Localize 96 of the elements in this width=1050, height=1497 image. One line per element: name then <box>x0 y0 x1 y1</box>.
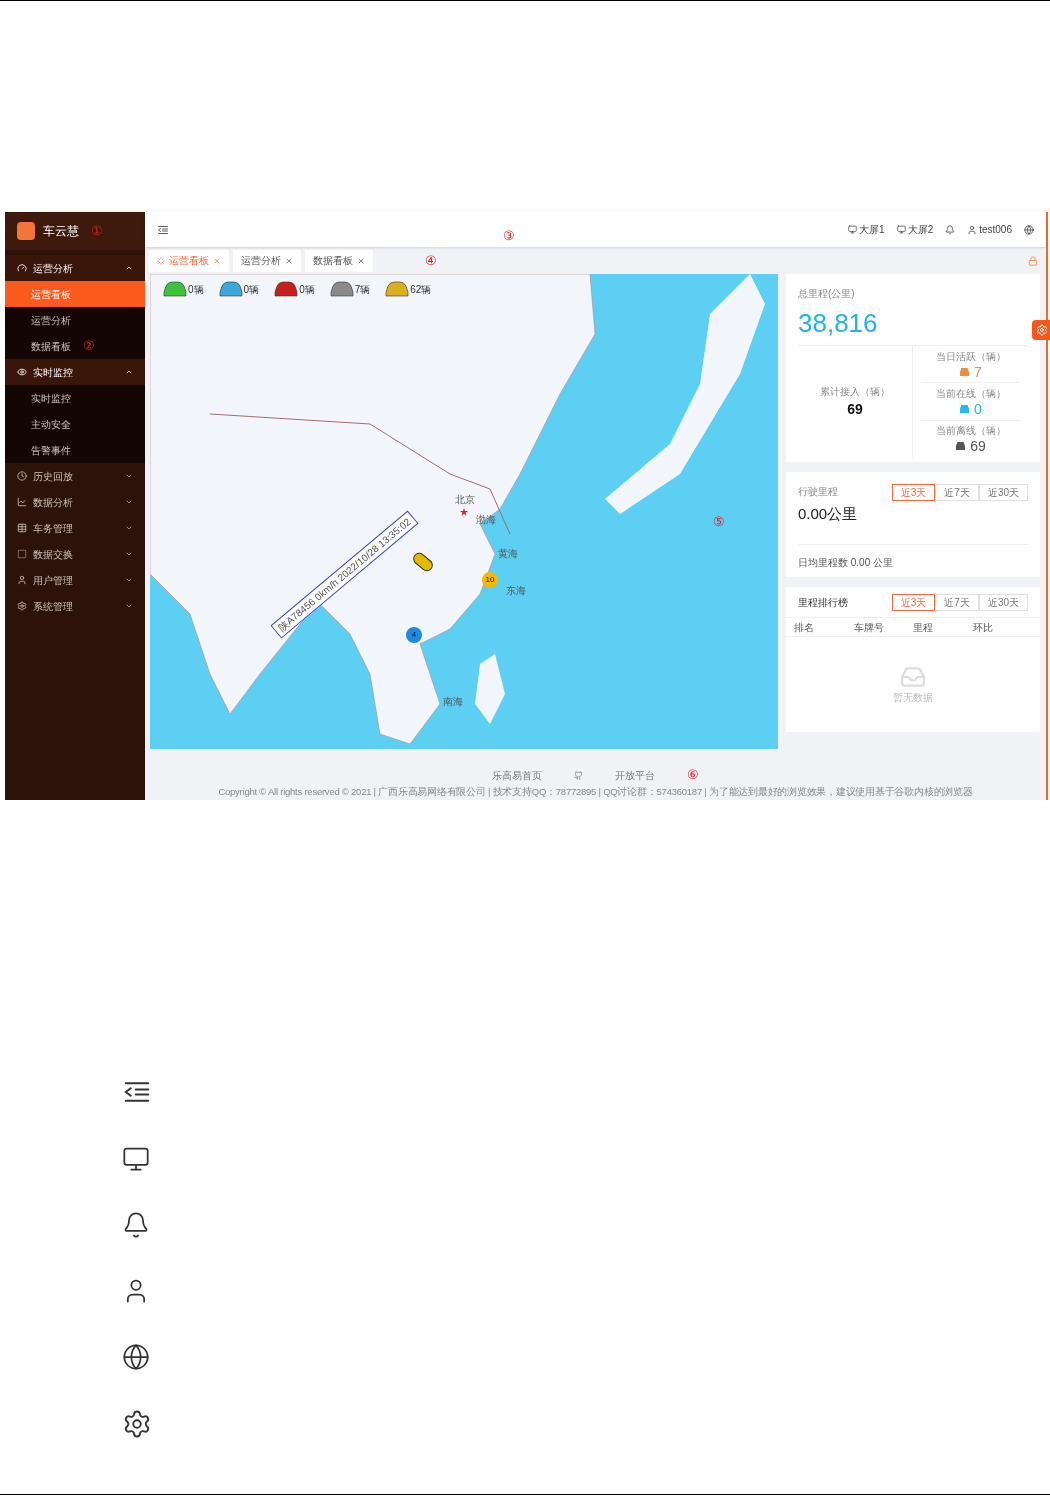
chevron-icon <box>125 576 133 584</box>
annotation-number: ③ <box>502 226 515 245</box>
card-title: 里程排行榜 <box>798 595 848 610</box>
range-tab[interactable]: 近30天 <box>978 593 1028 611</box>
menu-icon <box>17 549 27 559</box>
capital-star-icon <box>460 508 468 516</box>
annotation-number: ① <box>91 222 103 241</box>
mileage-value: 0.00公里 <box>798 504 858 524</box>
logo-text: 车云慧 <box>43 223 79 240</box>
menu-group[interactable]: 系统管理 <box>5 593 145 619</box>
stat-label: 当前在线（辆） <box>935 387 1006 401</box>
bell-icon[interactable] <box>945 224 956 235</box>
daily-average-text: 日均里程数 0.00 公里 <box>798 557 894 568</box>
menu-icon <box>17 523 27 533</box>
menu-icon <box>17 575 27 585</box>
vehicle-count: 0辆 <box>188 282 204 297</box>
stat-label: 当前离线（辆） <box>935 424 1006 439</box>
card-title: 行驶里程 <box>798 485 839 499</box>
loading-icon <box>157 256 165 265</box>
annotation-number: ⑥ <box>687 766 699 785</box>
stat-label: 当日活跃（辆） <box>935 349 1006 364</box>
monitor-icon <box>122 1145 150 1173</box>
vehicle-count: 62辆 <box>410 282 432 297</box>
menu-group[interactable]: 数据交换 <box>5 541 145 567</box>
page-tab[interactable]: 数据看板 <box>305 249 373 272</box>
collapse-menu-icon[interactable] <box>157 223 169 236</box>
close-icon[interactable] <box>285 256 293 265</box>
menu-item[interactable]: 实时监控 <box>5 385 145 411</box>
column-header: 环比 <box>972 620 994 635</box>
chevron-icon <box>125 472 133 480</box>
map-label: 东海 <box>506 584 526 598</box>
stat-value: 7 <box>974 363 982 380</box>
chevron-icon <box>125 550 133 558</box>
map-label: 北京 <box>455 493 475 507</box>
gear-icon <box>1036 324 1048 336</box>
menu-group[interactable]: 车务管理 <box>5 515 145 541</box>
empty-inbox-icon <box>900 664 926 690</box>
map-label: 南海 <box>443 695 463 709</box>
page-tab[interactable]: 运营分析 <box>233 249 301 272</box>
logo-icon <box>17 222 35 240</box>
menu-icon <box>17 601 27 611</box>
chevron-icon <box>125 602 133 610</box>
menu-icon <box>17 471 27 481</box>
globe-icon[interactable] <box>1024 224 1034 235</box>
menu-item[interactable]: 数据看板 ② <box>5 333 145 359</box>
stat-value: 69 <box>970 438 986 455</box>
globe-icon <box>122 1343 150 1371</box>
menu-group[interactable]: 历史回放 <box>5 463 145 489</box>
card-title: 总里程(公里) <box>798 287 856 301</box>
vehicle-count: 0辆 <box>299 282 315 297</box>
map-label: 渤海 <box>476 513 496 527</box>
range-tab[interactable]: 近30天 <box>978 484 1028 501</box>
range-tab[interactable]: 近7天 <box>935 593 979 611</box>
menu-group[interactable]: 用户管理 <box>5 567 145 593</box>
menu-item[interactable]: 主动安全 <box>5 411 145 437</box>
user-icon <box>967 224 978 235</box>
annotation-number: ④ <box>425 251 437 270</box>
menu-group[interactable]: 数据分析 <box>5 489 145 515</box>
annotation-number: ⑤ <box>713 513 725 531</box>
footer-link[interactable]: 乐高易首页 <box>492 767 542 783</box>
screen-button[interactable]: 大屏2 <box>896 222 934 237</box>
vehicle-count: 0辆 <box>243 282 260 297</box>
column-header: 排名 <box>794 620 815 635</box>
menu-icon <box>17 263 27 273</box>
stat-label: 累计接入（辆） <box>820 384 890 399</box>
map-label: 黄海 <box>498 547 518 561</box>
menu-icon <box>17 497 27 507</box>
total-mileage-value: 38,816 <box>798 307 879 340</box>
menu-group[interactable]: 实时监控 <box>5 359 145 385</box>
stat-value: 69 <box>847 399 863 419</box>
copyright-text: Copyright © All rights reserved © 2021 | 广西乐高易网络有限公司 | 技术支持QQ：78772895 | QQ讨论群：574360187 | 为了能达到最好的浏览效果，建议使用基于谷歌内核的浏览器 <box>218 784 973 799</box>
chevron-icon <box>125 498 133 506</box>
column-header: 里程 <box>913 620 934 635</box>
annotation-number: ② <box>83 337 95 356</box>
bell-icon <box>122 1211 150 1239</box>
vehicle-count: 7辆 <box>354 282 371 297</box>
chevron-icon <box>125 368 133 376</box>
column-header: 车牌号 <box>853 620 885 635</box>
monitor-icon <box>896 225 906 234</box>
user-button[interactable]: test006 <box>967 222 1012 237</box>
menu-icon <box>17 367 27 377</box>
close-icon[interactable] <box>213 256 221 265</box>
range-tab[interactable]: 近7天 <box>935 484 979 501</box>
chevron-icon <box>125 524 133 532</box>
screen-button[interactable]: 大屏1 <box>848 222 885 237</box>
stat-value: 0 <box>974 401 982 417</box>
menu-item[interactable]: 运营分析 <box>5 307 145 333</box>
settings-button[interactable] <box>1032 320 1050 340</box>
footer-link[interactable]: 开放平台 <box>615 767 655 783</box>
monitor-icon <box>848 225 858 234</box>
close-icon[interactable] <box>357 256 365 265</box>
menu-group[interactable]: 运营分析 <box>5 255 145 281</box>
chevron-icon <box>125 264 133 272</box>
settings-icon <box>122 1409 152 1439</box>
menu-item[interactable]: 告警事件 <box>5 437 145 463</box>
lock-icon[interactable] <box>1028 255 1038 266</box>
